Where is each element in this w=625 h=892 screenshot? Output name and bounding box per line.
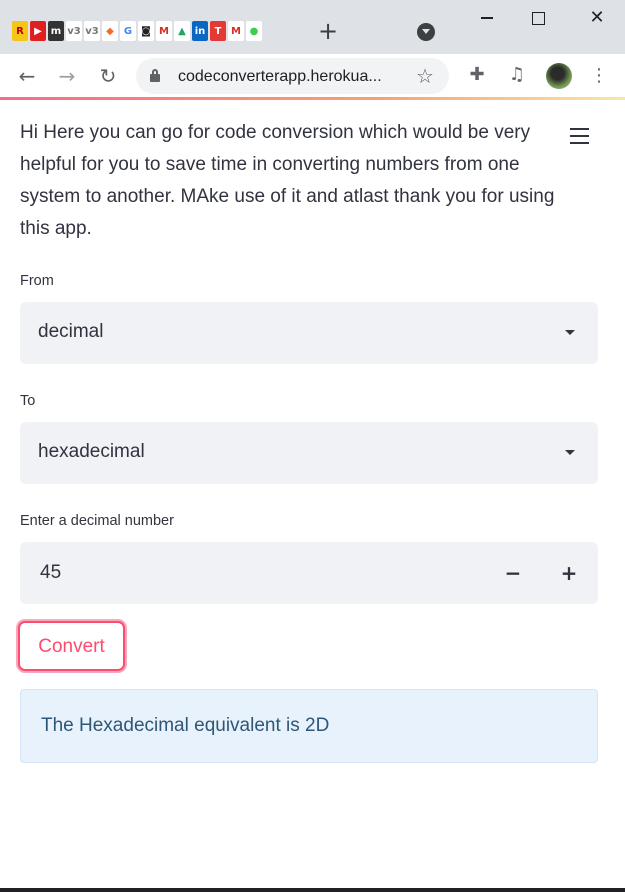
v3-favicon[interactable]: v3 bbox=[66, 21, 82, 41]
browser-menu-icon[interactable]: ⋮ bbox=[590, 64, 608, 88]
new-tab-button[interactable]: + bbox=[316, 18, 340, 44]
profile-avatar[interactable] bbox=[546, 63, 572, 89]
app-main: Hi Here you can go for code conversion w… bbox=[0, 100, 625, 888]
back-icon[interactable]: ← bbox=[15, 64, 39, 88]
url-text[interactable]: codeconverterapp.herokua... bbox=[178, 68, 382, 86]
intro-text: Hi Here you can go for code conversion w… bbox=[20, 122, 555, 239]
maximize-button[interactable] bbox=[524, 4, 554, 32]
media-control-icon[interactable]: ♫ bbox=[506, 64, 528, 86]
chevron-down-icon bbox=[565, 450, 575, 455]
reload-icon[interactable]: ↻ bbox=[96, 64, 120, 88]
convert-button[interactable]: Convert bbox=[18, 621, 125, 671]
minimize-button[interactable] bbox=[472, 4, 502, 32]
from-select[interactable]: decimal bbox=[20, 302, 598, 364]
tt-favicon[interactable]: m bbox=[48, 21, 64, 41]
bookmark-star-icon[interactable]: ☆ bbox=[416, 64, 434, 88]
from-label: From bbox=[20, 273, 54, 289]
increment-button[interactable]: + bbox=[557, 560, 581, 586]
result-info-box: The Hexadecimal equivalent is 2D bbox=[20, 689, 598, 763]
result-text: The Hexadecimal equivalent is 2D bbox=[41, 715, 330, 736]
from-select-value: decimal bbox=[38, 321, 104, 342]
t-favicon[interactable]: T bbox=[210, 21, 226, 41]
to-select-value: hexadecimal bbox=[38, 441, 145, 462]
close-window-button[interactable]: ✕ bbox=[582, 4, 612, 32]
lock-icon[interactable] bbox=[150, 69, 160, 82]
number-input-value[interactable]: 45 bbox=[40, 562, 61, 584]
number-input[interactable]: 45 − + bbox=[20, 542, 598, 604]
drive-favicon[interactable]: ▲ bbox=[174, 21, 190, 41]
number-label: Enter a decimal number bbox=[20, 513, 174, 529]
window-bottom-edge bbox=[0, 888, 625, 892]
v3-favicon[interactable]: v3 bbox=[84, 21, 100, 41]
hamburger-menu-icon[interactable] bbox=[570, 128, 589, 144]
chevron-down-icon bbox=[565, 330, 575, 335]
to-select[interactable]: hexadecimal bbox=[20, 422, 598, 484]
r-favicon[interactable]: R bbox=[12, 21, 28, 41]
green-favicon[interactable]: ● bbox=[246, 21, 262, 41]
gmail-favicon[interactable]: M bbox=[228, 21, 244, 41]
to-label: To bbox=[20, 393, 36, 409]
tab-strip: R ▶ m v3 v3 ◆ G ◙ M ▲ in T M ● + ✕ bbox=[0, 0, 625, 54]
gmail-favicon[interactable]: M bbox=[156, 21, 172, 41]
tab-search-button[interactable] bbox=[417, 23, 435, 41]
address-bar[interactable]: codeconverterapp.herokua... ☆ bbox=[136, 58, 449, 94]
extensions-icon[interactable]: ✚ bbox=[466, 64, 488, 86]
figma-favicon[interactable]: ◆ bbox=[102, 21, 118, 41]
browser-toolbar: ← → ↻ codeconverterapp.herokua... ☆ ✚ ♫ … bbox=[0, 54, 625, 98]
forward-icon[interactable]: → bbox=[55, 64, 79, 88]
google-favicon[interactable]: G bbox=[120, 21, 136, 41]
incognito-favicon[interactable]: ◙ bbox=[138, 21, 154, 41]
convert-button-label: Convert bbox=[38, 636, 105, 657]
tab-favicons: R ▶ m v3 v3 ◆ G ◙ M ▲ in T M ● bbox=[12, 21, 262, 43]
linkedin-favicon[interactable]: in bbox=[192, 21, 208, 41]
youtube-favicon[interactable]: ▶ bbox=[30, 21, 46, 41]
decrement-button[interactable]: − bbox=[501, 560, 525, 586]
